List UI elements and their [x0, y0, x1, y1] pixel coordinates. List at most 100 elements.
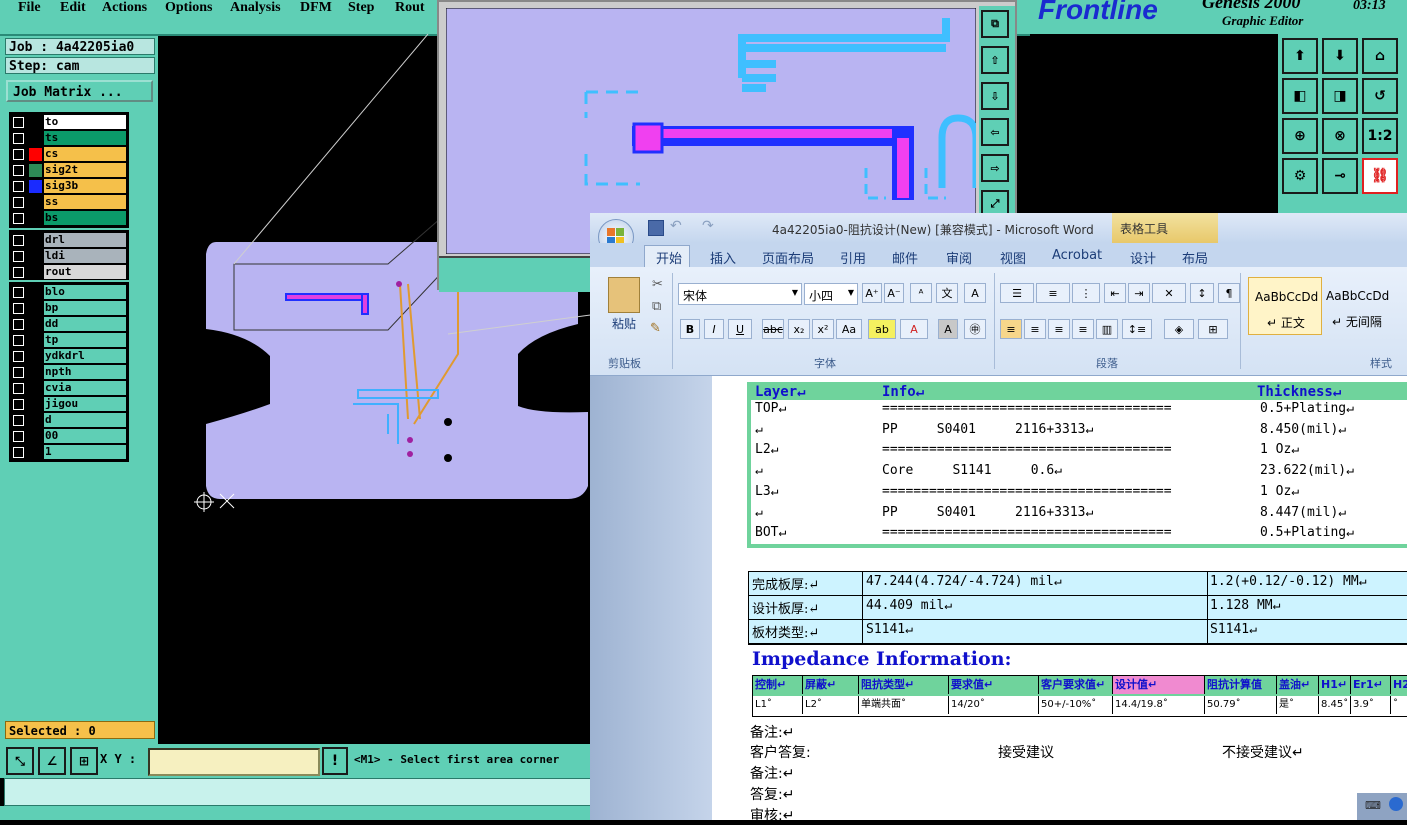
tab-design[interactable]: 设计	[1130, 248, 1156, 267]
layer-row[interactable]: 1	[9, 445, 127, 460]
layer-name[interactable]: blo	[44, 285, 126, 299]
layer-name[interactable]: sig2t	[44, 163, 126, 177]
document-page[interactable]: Layer↵ Info↵ Thickness↵ Impedance Inform…	[712, 376, 1407, 824]
layer-color-swatch[interactable]	[29, 366, 42, 379]
cut-icon[interactable]: ✂	[652, 277, 663, 292]
layer-checkbox[interactable]	[13, 415, 24, 426]
layer-row[interactable]: 00	[9, 429, 127, 444]
layer-checkbox[interactable]	[13, 319, 24, 330]
show-marks-icon[interactable]: ¶	[1218, 283, 1240, 303]
layer-row[interactable]: cvia	[9, 381, 127, 396]
layer-color-swatch[interactable]	[29, 382, 42, 395]
layer-checkbox[interactable]	[13, 399, 24, 410]
layer-name[interactable]: cvia	[44, 381, 126, 395]
layer-checkbox[interactable]	[13, 383, 24, 394]
layer-color-swatch[interactable]	[29, 266, 42, 279]
layer-row[interactable]: npth	[9, 365, 127, 380]
layer-checkbox[interactable]	[13, 149, 24, 160]
layer-row[interactable]: sig3b	[9, 179, 127, 194]
alert-icon[interactable]: !	[322, 747, 348, 775]
layer-row[interactable]: ss	[9, 195, 127, 210]
zoom-left-icon[interactable]: ⇦	[981, 118, 1009, 146]
multilevel-icon[interactable]: ⋮	[1072, 283, 1100, 303]
line-spacing-icon[interactable]: ↕≡	[1122, 319, 1152, 339]
font-color-icon[interactable]: A	[900, 319, 928, 339]
grow-font-icon[interactable]: A⁺	[862, 283, 882, 303]
align-right-icon[interactable]: ≡	[1048, 319, 1070, 339]
layer-checkbox[interactable]	[13, 165, 24, 176]
layer-color-swatch[interactable]	[29, 318, 42, 331]
layer-name[interactable]: dd	[44, 317, 126, 331]
zoom-up-icon[interactable]: ⇧	[981, 46, 1009, 74]
save-icon[interactable]	[648, 220, 664, 236]
menu-step[interactable]: Step	[348, 0, 374, 16]
job-matrix-button[interactable]: Job Matrix ...	[6, 80, 153, 102]
undo-icon[interactable]: ↶	[670, 218, 682, 234]
snap-icon[interactable]: ⤡	[6, 747, 34, 775]
home-icon[interactable]: ⌂	[1362, 38, 1398, 74]
menu-dfm[interactable]: DFM	[300, 0, 332, 16]
layer-name[interactable]: drl	[44, 233, 126, 247]
layer-name[interactable]: npth	[44, 365, 126, 379]
layer-row[interactable]: ts	[9, 131, 127, 146]
borders-icon[interactable]: ⊞	[1198, 319, 1228, 339]
snap-angle-icon[interactable]: ∠	[38, 747, 66, 775]
measure-icon[interactable]: ⚙	[1282, 158, 1318, 194]
layer-checkbox[interactable]	[13, 303, 24, 314]
layer-color-swatch[interactable]	[29, 446, 42, 459]
pan-right-icon[interactable]: ◨	[1322, 78, 1358, 114]
layer-color-swatch[interactable]	[29, 250, 42, 263]
layer-name[interactable]: bs	[44, 211, 126, 225]
menu-options[interactable]: Options	[165, 0, 212, 16]
superscript-icon[interactable]: x²	[812, 319, 834, 339]
change-case-icon[interactable]: Aa	[836, 319, 862, 339]
layer-checkbox[interactable]	[13, 447, 24, 458]
layer-color-swatch[interactable]	[29, 350, 42, 363]
layer-checkbox[interactable]	[13, 367, 24, 378]
view-top-icon[interactable]: ⬆	[1282, 38, 1318, 74]
layer-row[interactable]: d	[9, 413, 127, 428]
subscript-icon[interactable]: x₂	[788, 319, 810, 339]
phonetic-icon[interactable]: 文	[936, 283, 958, 303]
layer-row[interactable]: to	[9, 115, 127, 130]
tab-references[interactable]: 引用	[840, 248, 866, 267]
layer-name[interactable]: jigou	[44, 397, 126, 411]
layer-name[interactable]: ss	[44, 195, 126, 209]
layer-name[interactable]: bp	[44, 301, 126, 315]
probe-icon[interactable]: ⊸	[1322, 158, 1358, 194]
italic-icon[interactable]: I	[704, 319, 724, 339]
layer-color-swatch[interactable]	[29, 116, 42, 129]
option-reject[interactable]: 不接受建议↵	[1222, 742, 1304, 762]
chinese-layout-icon[interactable]: ✕	[1152, 283, 1186, 303]
bold-icon[interactable]: B	[680, 319, 700, 339]
xy-input[interactable]	[148, 748, 320, 776]
layer-name[interactable]: cs	[44, 147, 126, 161]
distribute-icon[interactable]: ▥	[1096, 319, 1118, 339]
font-size-select[interactable]: 小四 ▼	[804, 283, 858, 305]
tab-insert[interactable]: 插入	[710, 248, 736, 267]
view-bottom-icon[interactable]: ⬇	[1322, 38, 1358, 74]
layer-name[interactable]: 1	[44, 445, 126, 459]
tab-page-layout[interactable]: 页面布局	[762, 248, 814, 267]
help-icon[interactable]	[1389, 797, 1403, 811]
char-border-icon[interactable]: A	[964, 283, 986, 303]
layer-row[interactable]: ldi	[9, 249, 127, 264]
align-center-icon[interactable]: ≡	[1024, 319, 1046, 339]
layer-name[interactable]: 00	[44, 429, 126, 443]
zoom-in-icon[interactable]: ⊕	[1282, 118, 1318, 154]
undo-view-icon[interactable]: ↺	[1362, 78, 1398, 114]
tab-acrobat[interactable]: Acrobat	[1052, 248, 1102, 263]
net-highlight-icon[interactable]: ⛓	[1362, 158, 1398, 194]
layer-name[interactable]: tp	[44, 333, 126, 347]
option-accept[interactable]: 接受建议	[998, 742, 1054, 762]
layer-checkbox[interactable]	[13, 251, 24, 262]
zoom-right-icon[interactable]: ⇨	[981, 154, 1009, 182]
format-painter-icon[interactable]: ✎	[650, 321, 661, 336]
layer-color-swatch[interactable]	[29, 234, 42, 247]
layer-color-swatch[interactable]	[29, 334, 42, 347]
layer-color-swatch[interactable]	[29, 302, 42, 315]
menu-rout[interactable]: Rout	[395, 0, 425, 16]
layer-row[interactable]: rout	[9, 265, 127, 280]
layer-checkbox[interactable]	[13, 133, 24, 144]
grid-icon[interactable]: ⊞	[70, 747, 98, 775]
